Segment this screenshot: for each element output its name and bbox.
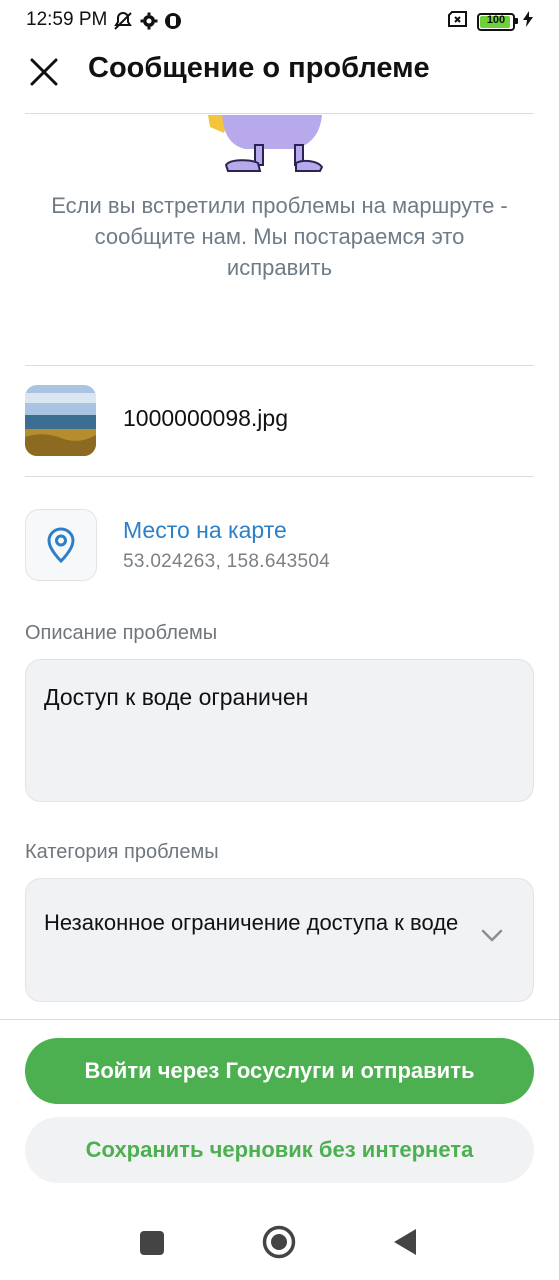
category-select[interactable]: Незаконное ограничение доступа к воде [25,878,534,1002]
page-title: Сообщение о проблеме [88,52,430,84]
category-label: Категория проблемы [25,841,219,863]
description-label: Описание проблемы [25,622,218,644]
attachment-item[interactable]: 1000000098.jpg [25,385,534,457]
location-coords: 53.024263, 158.643504 [123,551,331,572]
battery-icon: 100 [477,12,518,31]
recents-icon[interactable] [139,1230,165,1261]
location-item[interactable]: Место на карте 53.024263, 158.643504 [25,509,534,581]
category-value: Незаконное ограничение доступа к воде [44,910,459,935]
gear-icon [140,12,158,35]
muted-icon [112,10,134,37]
status-time: 12:59 PM [26,9,108,30]
battery-level: 100 [486,13,506,26]
status-bar: 12:59 PM 100 [0,0,559,42]
file-name: 1000000098.jpg [123,405,288,431]
close-icon [30,58,58,86]
map-pin-button[interactable] [25,509,97,581]
header-divider [25,113,534,114]
save-draft-button[interactable]: Сохранить черновик без интернета [25,1117,534,1183]
description-field[interactable]: Доступ к воде ограничен [25,659,534,802]
back-icon[interactable] [392,1227,418,1262]
system-nav-bar [0,1210,559,1280]
charging-icon [523,11,533,32]
status-icons-right: 100 [447,10,533,33]
close-button[interactable] [26,54,62,90]
illustration [200,115,330,177]
map-pin-icon [47,527,75,563]
home-icon[interactable] [262,1225,296,1264]
header: Сообщение о проблеме [0,42,559,114]
status-icons-left [112,10,182,37]
intro-text: Если вы встретили проблемы на маршруте -… [51,193,508,280]
actions-divider [0,1019,559,1020]
section-divider [25,476,534,477]
section-divider [25,365,534,366]
chevron-down-icon [481,929,503,942]
login-gosuslugi-send-button[interactable]: Войти через Госуслуги и отправить [25,1038,534,1104]
location-title[interactable]: Место на карте [123,517,287,544]
photo-thumbnail[interactable] [25,385,96,456]
description-value: Доступ к воде ограничен [44,684,309,710]
app-icon [164,12,182,35]
sim-icon [447,10,469,33]
